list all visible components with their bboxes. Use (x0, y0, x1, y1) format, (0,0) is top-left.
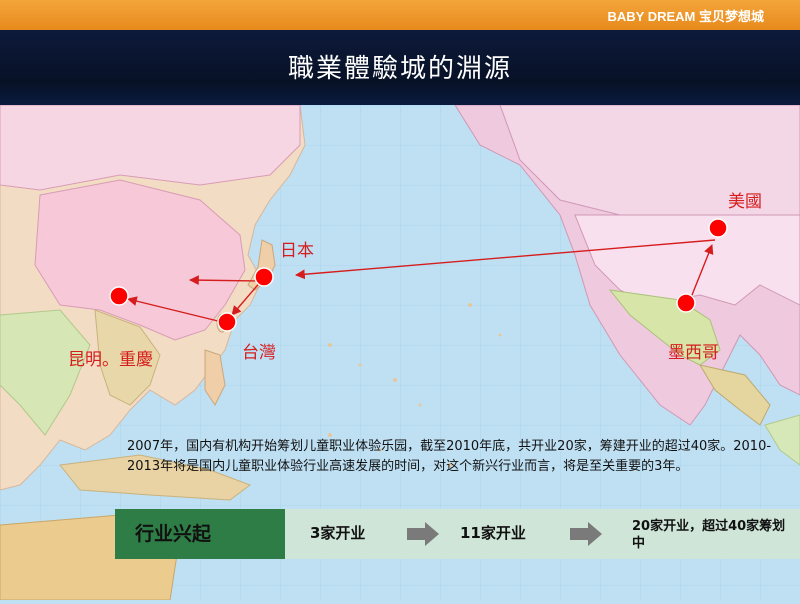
label-usa: 美國 (728, 192, 762, 212)
industry-timeline: 行业兴起 3家开业 11家开业 20家开业，超过40家筹划中 (115, 509, 800, 559)
marker-mexico (676, 293, 696, 313)
timeline-step-1: 3家开业 (310, 524, 366, 542)
marker-usa (708, 218, 728, 238)
arrow-right-icon (570, 522, 602, 546)
timeline-step-3: 20家开业，超过40家筹划中 (632, 519, 786, 551)
timeline-label: 行业兴起 (115, 509, 285, 559)
top-bar: BABY DREAM 宝贝梦想城 (0, 0, 800, 30)
marker-japan (254, 267, 274, 287)
arrow-right-icon (407, 522, 439, 546)
marker-taiwan (217, 312, 237, 332)
page-title: 職業體驗城的淵源 (287, 54, 512, 84)
russia-region (0, 104, 301, 191)
arrow-japan-west (189, 275, 263, 286)
title-bar: 職業體驗城的淵源 (0, 30, 800, 105)
marker-kunming (109, 286, 129, 306)
label-taiwan: 台灣 (242, 343, 276, 363)
label-japan: 日本 (280, 241, 314, 261)
label-mexico: 墨西哥 (668, 343, 719, 363)
timeline-step-2: 11家开业 (460, 524, 526, 542)
brand-label: BABY DREAM 宝贝梦想城 (607, 9, 765, 24)
industry-description: 2007年，国内有机构开始筹划儿童职业体验乐园，截至2010年底，共开业20家，… (127, 439, 772, 474)
label-kunming-chongqing: 昆明。重慶 (68, 350, 153, 370)
